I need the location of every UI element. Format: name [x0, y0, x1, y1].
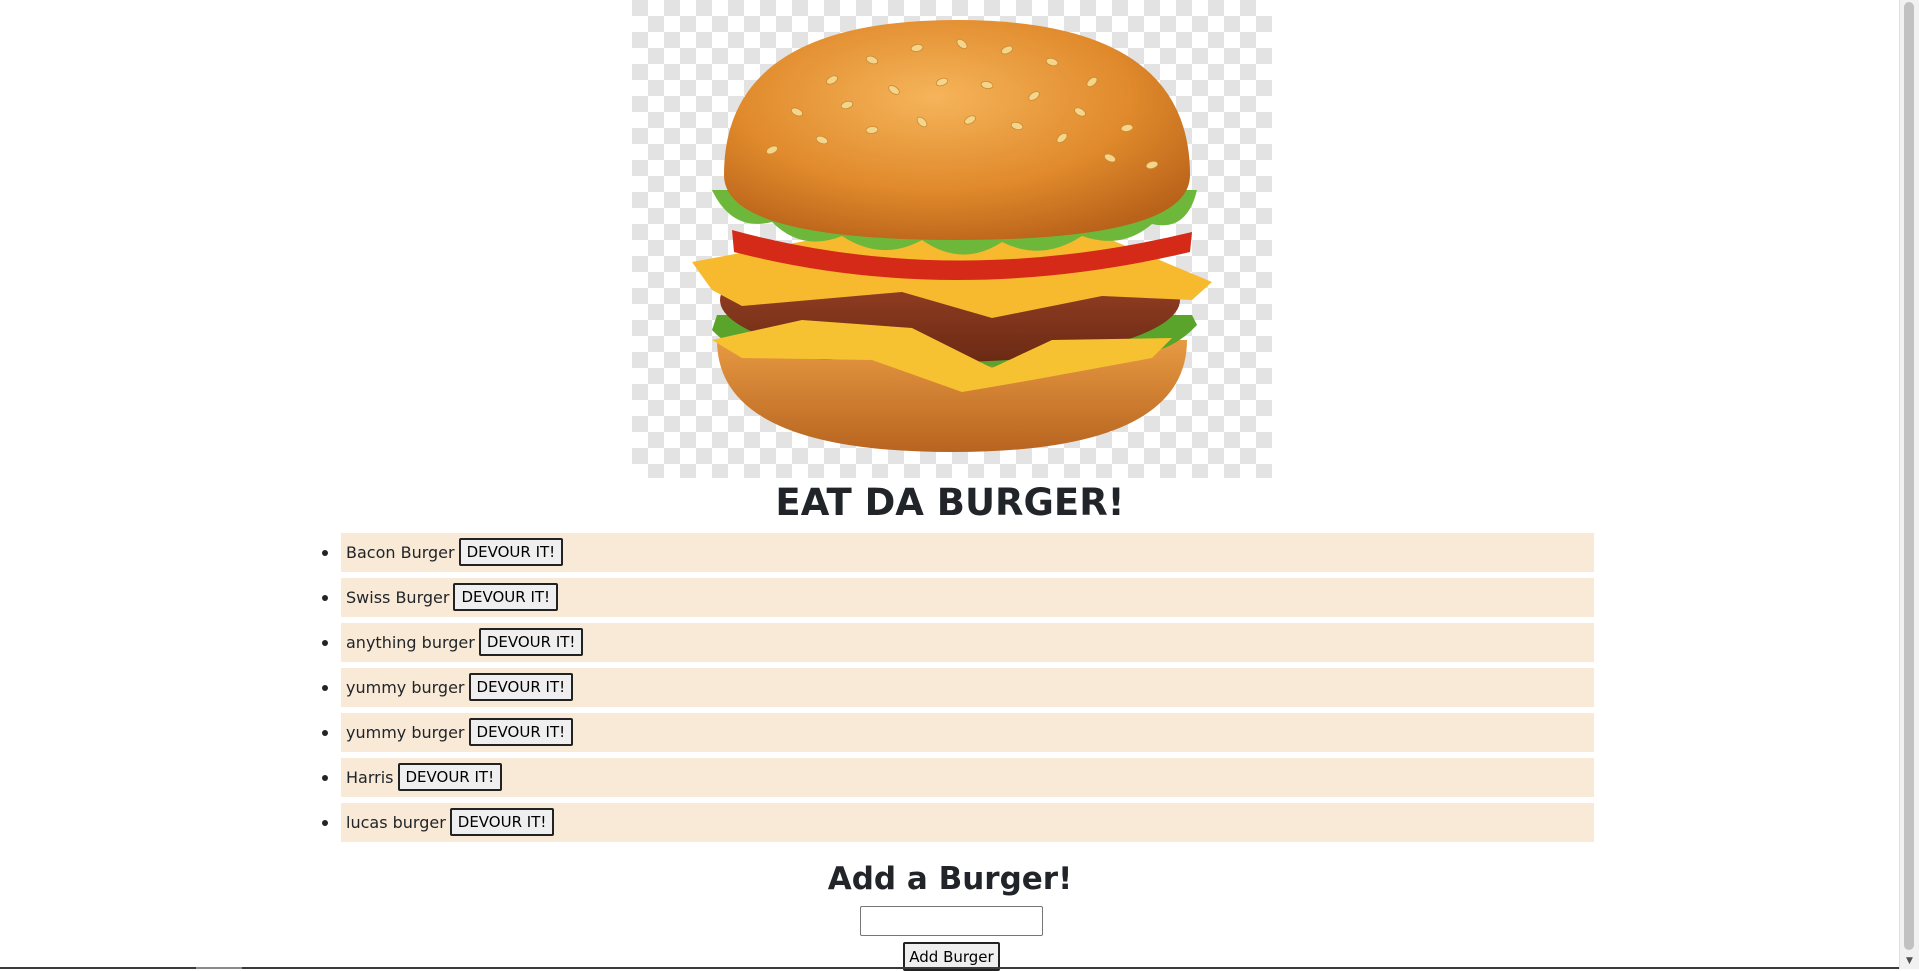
vertical-scrollbar[interactable]: ▲ ▼ — [1899, 0, 1919, 969]
burger-name: yummy burger — [346, 723, 465, 742]
burger-name: lucas burger — [346, 813, 446, 832]
burger-name: yummy burger — [346, 678, 465, 697]
devour-button[interactable]: DEVOUR IT! — [478, 628, 584, 656]
list-item: yummy burger DEVOUR IT! — [322, 713, 1594, 752]
list-item: anything burger DEVOUR IT! — [322, 623, 1594, 662]
page-title: EAT DA BURGER! — [775, 481, 1125, 524]
burger-name-input[interactable] — [860, 906, 1043, 936]
list-item: Bacon Burger DEVOUR IT! — [322, 533, 1594, 572]
list-item: lucas burger DEVOUR IT! — [322, 803, 1594, 842]
scroll-down-icon[interactable]: ▼ — [1900, 953, 1919, 969]
devour-button[interactable]: DEVOUR IT! — [453, 583, 559, 611]
devour-button[interactable]: DEVOUR IT! — [449, 808, 555, 836]
list-item: Harris DEVOUR IT! — [322, 758, 1594, 797]
burger-name: Bacon Burger — [346, 543, 455, 562]
list-item: Swiss Burger DEVOUR IT! — [322, 578, 1594, 617]
devour-button[interactable]: DEVOUR IT! — [458, 538, 564, 566]
burger-name: anything burger — [346, 633, 475, 652]
burger-name: Swiss Burger — [346, 588, 450, 607]
devour-button[interactable]: DEVOUR IT! — [468, 718, 574, 746]
list-item: yummy burger DEVOUR IT! — [322, 668, 1594, 707]
scrollbar-thumb[interactable] — [1904, 2, 1914, 950]
devour-button[interactable]: DEVOUR IT! — [468, 673, 574, 701]
add-burger-heading: Add a Burger! — [827, 861, 1073, 897]
devour-button[interactable]: DEVOUR IT! — [397, 763, 503, 791]
burger-name: Harris — [346, 768, 394, 787]
burger-image — [632, 0, 1272, 478]
burger-list: Bacon Burger DEVOUR IT! Swiss Burger DEVOU… — [322, 533, 1594, 848]
page: EAT DA BURGER! Bacon Burger DEVOUR IT! Sw… — [0, 0, 1900, 971]
